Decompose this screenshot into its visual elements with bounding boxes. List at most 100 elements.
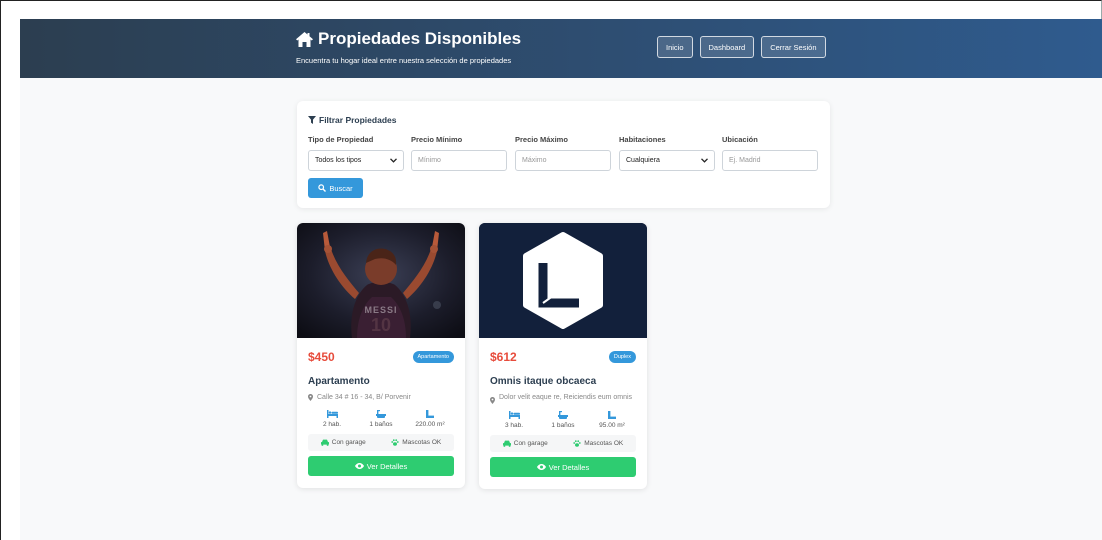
input-placeholder: Máximo [522, 157, 547, 164]
card-title: Omnis itaque obcaeca [490, 376, 597, 387]
max-price-field: Precio Máximo Máximo [515, 135, 611, 171]
property-card: $612 Duplex Omnis itaque obcaeca Dolor v… [479, 223, 647, 489]
card-body: $450 Apartamento Apartamento Calle 34 # … [297, 338, 465, 488]
location-input[interactable]: Ej. Madrid [722, 150, 818, 171]
price-row: $612 Duplex [490, 350, 636, 364]
select-value: Todos los tipos [315, 157, 362, 164]
logout-button[interactable]: Cerrar Sesión [761, 36, 826, 58]
view-details-label: Ver Detalles [548, 462, 590, 472]
car-icon [320, 439, 329, 446]
field-label: Precio Máximo [515, 135, 568, 144]
amenity-garage: Con garage [502, 440, 548, 447]
page: Propiedades Disponibles Encuentra tu hog… [20, 19, 1102, 540]
svg-text:10: 10 [371, 315, 391, 335]
amenity-pets: Mascotas OK [573, 440, 623, 447]
paw-icon [391, 439, 399, 446]
input-placeholder: Mínimo [418, 157, 441, 164]
area-text: 95.00 m² [599, 422, 625, 429]
property-logo [479, 223, 647, 338]
address: Dolor velit eaque re, Reiciendis eum omn… [490, 393, 636, 404]
area-text: 220.00 m² [415, 421, 445, 428]
filter-panel: Filtrar Propiedades Tipo de Propiedad To… [297, 101, 830, 208]
type-badge: Duplex [608, 351, 636, 363]
address-text: Calle 34 # 16 - 34, B/ Porvenir [317, 394, 411, 401]
property-card: 10 MESSI $450 Apartamento Apartamento Ca… [297, 223, 465, 488]
chevron-down-icon [701, 158, 708, 163]
filter-title-text: Filtrar Propiedades [319, 115, 397, 125]
input-placeholder: Ej. Madrid [729, 157, 761, 164]
rooms-text: 2 hab. [322, 421, 342, 428]
bed-icon [326, 410, 338, 418]
pets-text: Mascotas OK [402, 439, 442, 446]
max-price-input[interactable]: Máximo [515, 150, 611, 171]
map-marker-icon [490, 397, 495, 404]
bed-icon [508, 411, 520, 419]
garage-text: Con garage [513, 440, 548, 447]
card-title: Apartamento [308, 376, 370, 387]
min-price-input[interactable]: Mínimo [411, 150, 507, 171]
area-icon [608, 411, 616, 419]
map-marker-icon [308, 394, 313, 401]
bedrooms-select[interactable]: Cualquiera [619, 150, 715, 171]
field-label: Tipo de Propiedad [308, 135, 374, 144]
baths-text: 1 baños [369, 421, 393, 428]
bath-icon [376, 410, 386, 418]
home-icon [296, 31, 313, 47]
feature-baths: 1 baños [541, 411, 585, 429]
page-title: Propiedades Disponibles [296, 28, 521, 50]
search-button-label: Buscar [329, 183, 353, 193]
brand: Propiedades Disponibles Encuentra tu hog… [296, 28, 521, 65]
page-title-text: Propiedades Disponibles [318, 29, 522, 48]
area-icon [426, 410, 434, 418]
car-icon [502, 440, 511, 447]
feature-rooms: 2 hab. [310, 410, 354, 428]
bedrooms-field: Habitaciones Cualquiera [619, 135, 715, 171]
feature-area: 95.00 m² [590, 411, 634, 429]
view-details-label: Ver Detalles [366, 461, 408, 471]
property-image[interactable] [479, 223, 647, 338]
amenities: Con garage Mascotas OK [308, 434, 454, 451]
card-body: $612 Duplex Omnis itaque obcaeca Dolor v… [479, 338, 647, 489]
field-label: Habitaciones [619, 135, 666, 144]
price: $450 [308, 350, 335, 364]
price-row: $450 Apartamento [308, 350, 454, 364]
nav-dashboard-button[interactable]: Dashboard [699, 36, 755, 58]
paw-icon [573, 440, 581, 447]
feature-rooms: 3 hab. [492, 411, 536, 429]
address: Calle 34 # 16 - 34, B/ Porvenir [308, 393, 454, 403]
address-text: Dolor velit eaque re, Reiciendis eum omn… [499, 394, 633, 401]
bath-icon [558, 411, 568, 419]
feature-area: 220.00 m² [408, 410, 452, 428]
filter-title: Filtrar Propiedades [308, 115, 396, 125]
nav-inicio-button[interactable]: Inicio [657, 36, 693, 58]
view-details-button[interactable]: Ver Detalles [490, 457, 636, 477]
baths-text: 1 baños [551, 422, 575, 429]
features: 2 hab. 1 baños 220.00 m² [308, 410, 454, 428]
jersey-name: MESSI [364, 305, 397, 315]
page-subtitle: Encuentra tu hogar ideal entre nuestra s… [296, 56, 512, 65]
property-image[interactable]: 10 MESSI [297, 223, 465, 338]
property-type-select[interactable]: Todos los tipos [308, 150, 404, 171]
filter-icon [308, 116, 316, 124]
property-type-field: Tipo de Propiedad Todos los tipos [308, 135, 404, 171]
amenity-garage: Con garage [320, 439, 366, 446]
feature-baths: 1 baños [359, 410, 403, 428]
location-field: Ubicación Ej. Madrid [722, 135, 818, 171]
features: 3 hab. 1 baños 95.00 m² [490, 411, 636, 429]
amenity-pets: Mascotas OK [391, 439, 441, 446]
eye-icon [536, 464, 546, 470]
type-badge: Apartamento [412, 351, 454, 363]
rooms-text: 3 hab. [504, 422, 524, 429]
pets-text: Mascotas OK [584, 440, 624, 447]
garage-text: Con garage [331, 439, 366, 446]
search-button[interactable]: Buscar [308, 178, 363, 198]
property-photo: 10 MESSI [297, 223, 465, 338]
view-details-button[interactable]: Ver Detalles [308, 456, 454, 476]
field-label: Precio Mínimo [411, 135, 463, 144]
amenities: Con garage Mascotas OK [490, 435, 636, 452]
price: $612 [490, 350, 517, 364]
min-price-field: Precio Mínimo Mínimo [411, 135, 507, 171]
header: Propiedades Disponibles Encuentra tu hog… [20, 19, 1102, 78]
chevron-down-icon [390, 158, 397, 163]
top-nav: Inicio Dashboard Cerrar Sesión [657, 36, 826, 58]
